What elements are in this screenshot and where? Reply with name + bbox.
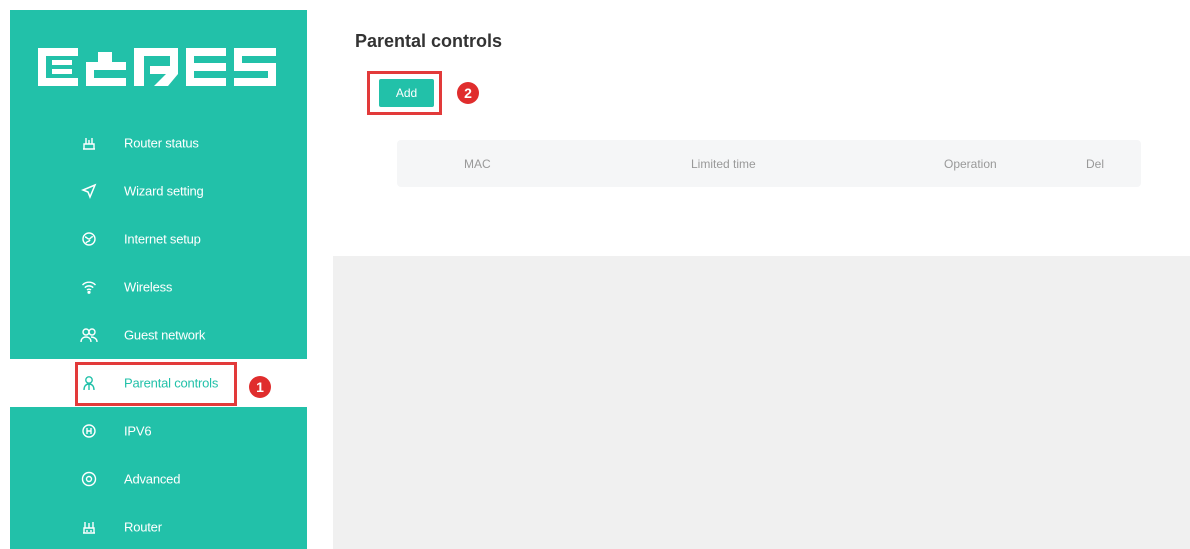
sidebar-item-label: Wizard setting xyxy=(124,183,204,199)
sidebar-item-wireless[interactable]: Wireless xyxy=(10,263,307,311)
wifi-icon xyxy=(80,278,98,296)
sidebar-item-advanced[interactable]: Advanced xyxy=(10,455,307,503)
sidebar-item-label: Internet setup xyxy=(124,231,201,247)
sidebar-item-router[interactable]: Router xyxy=(10,503,307,549)
sidebar-item-ipv6[interactable]: IPV6 xyxy=(10,407,307,455)
column-header-del: Del xyxy=(1086,156,1105,171)
person-icon xyxy=(80,374,98,392)
sidebar-item-guest-network[interactable]: Guest network xyxy=(10,311,307,359)
page-title: Parental controls xyxy=(355,31,503,51)
sidebar-item-internet-setup[interactable]: Internet setup xyxy=(10,215,307,263)
column-header-mac: MAC xyxy=(464,156,491,171)
globe-icon xyxy=(80,230,98,248)
router-icon xyxy=(80,518,98,536)
sidebar-item-label: Advanced xyxy=(124,471,181,487)
send-arrow-icon xyxy=(80,182,98,200)
router-status-icon xyxy=(80,134,98,152)
annotation-badge-step-1: 1 xyxy=(249,376,271,398)
sidebar-item-wizard-setting[interactable]: Wizard setting xyxy=(10,167,307,215)
sidebar-item-label: Wireless xyxy=(124,279,173,295)
annotation-badge-step-2: 2 xyxy=(457,82,479,104)
brand-logo xyxy=(38,48,276,86)
ipv6-icon xyxy=(80,422,98,440)
sidebar-item-label: IPV6 xyxy=(124,423,152,439)
sidebar-item-label: Guest network xyxy=(124,327,206,343)
sidebar-item-router-status[interactable]: Router status xyxy=(10,119,307,167)
content-background xyxy=(333,256,1190,549)
sidebar-item-label: Parental controls xyxy=(124,375,219,391)
sidebar-item-label: Router status xyxy=(124,135,199,151)
guests-icon xyxy=(80,326,98,344)
column-header-operation: Operation xyxy=(944,156,997,171)
sidebar-item-label: Router xyxy=(124,519,162,535)
column-header-limited-time: Limited time xyxy=(691,156,756,171)
settings-ring-icon xyxy=(80,470,98,488)
table-header: MAC Limited time Operation Del xyxy=(397,140,1141,187)
sidebar: Router status Wizard setting Internet se… xyxy=(10,10,307,549)
add-button[interactable]: Add xyxy=(379,79,434,107)
